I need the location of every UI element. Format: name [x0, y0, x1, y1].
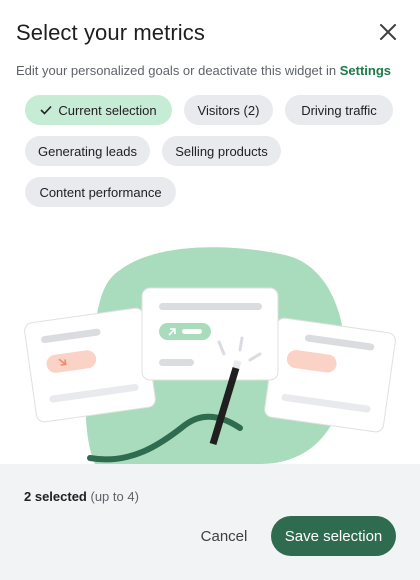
chip-driving-traffic[interactable]: Driving traffic	[285, 95, 393, 125]
chip-label: Driving traffic	[301, 102, 377, 118]
card-left	[24, 307, 156, 423]
check-icon	[40, 105, 52, 115]
card-right	[264, 317, 396, 433]
card-center	[141, 287, 279, 381]
subtitle-text: Edit your personalized goals or deactiva…	[16, 63, 337, 78]
close-button[interactable]	[372, 16, 404, 48]
close-icon	[380, 24, 396, 40]
chip-content-performance[interactable]: Content performance	[25, 177, 176, 207]
dialog-title: Select your metrics	[16, 20, 205, 45]
settings-link[interactable]: Settings	[340, 63, 391, 78]
save-selection-button[interactable]: Save selection	[271, 516, 396, 556]
chip-selling-products[interactable]: Selling products	[162, 136, 281, 166]
dialog-subtitle: Edit your personalized goals or deactiva…	[16, 63, 391, 78]
chip-label: Content performance	[39, 184, 162, 200]
metrics-illustration	[0, 230, 420, 464]
dialog-footer: 2 selected (up to 4) Cancel Save selecti…	[0, 464, 420, 580]
chip-label: Visitors (2)	[197, 102, 260, 118]
metrics-dialog: Select your metrics Edit your personaliz…	[0, 0, 420, 580]
illustration-graphic	[24, 247, 396, 464]
chip-current-selection[interactable]: Current selection	[25, 95, 172, 125]
limit-hint: (up to 4)	[90, 489, 139, 504]
chip-visitors[interactable]: Visitors (2)	[184, 95, 273, 125]
chip-generating-leads[interactable]: Generating leads	[25, 136, 150, 166]
chip-label: Current selection	[58, 102, 157, 118]
selected-count: 2 selected	[24, 489, 87, 504]
cancel-button[interactable]: Cancel	[186, 516, 262, 556]
selection-count: 2 selected (up to 4)	[24, 489, 139, 504]
chip-label: Generating leads	[37, 143, 137, 159]
chip-label: Selling products	[175, 143, 268, 159]
